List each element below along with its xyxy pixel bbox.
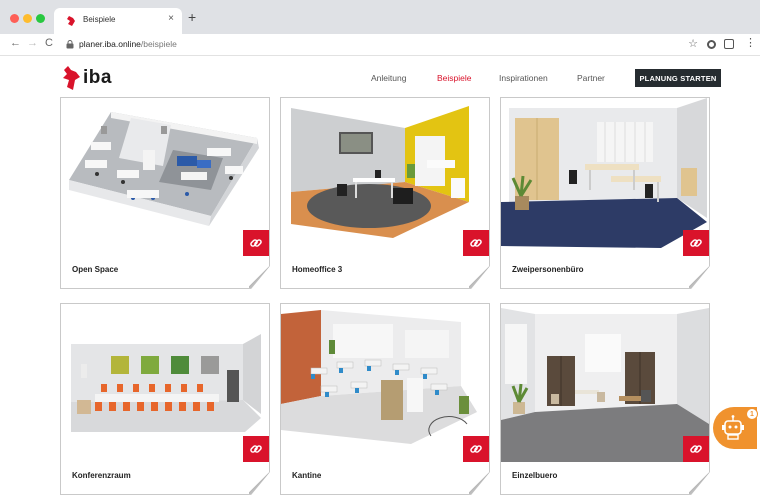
lock-icon (66, 40, 74, 49)
menu-kebab-icon[interactable]: ⋮ (745, 36, 756, 49)
link-icon (250, 239, 262, 247)
nav-link-partner[interactable]: Partner (577, 73, 605, 83)
star-icon[interactable]: ☆ (688, 37, 698, 50)
card-image-konferenzraum (61, 304, 269, 462)
example-card-zweipersonenbuero[interactable]: Zweipersonenbüro (500, 97, 710, 289)
extension-icon[interactable] (707, 40, 716, 49)
example-card-konferenzraum[interactable]: Konferenzraum (60, 303, 270, 495)
tab-title: Beispiele (83, 15, 116, 24)
link-icon (690, 239, 702, 247)
window-minimize-dot[interactable] (23, 14, 32, 23)
card-image-einzelbuero (501, 304, 709, 462)
reload-icon[interactable]: C (45, 37, 53, 49)
nav-link-inspirationen[interactable]: Inspirationen (499, 73, 548, 83)
logo-text: iba (83, 67, 112, 88)
browser-tab-bar: Beispiele × + (0, 0, 760, 34)
card-link-button[interactable] (683, 230, 709, 256)
tab-close-icon[interactable]: × (168, 13, 174, 24)
example-card-open-space[interactable]: Open Space (60, 97, 270, 289)
link-icon (690, 445, 702, 453)
link-icon (250, 445, 262, 453)
forward-arrow-icon[interactable]: → (27, 37, 38, 49)
back-arrow-icon[interactable]: ← (10, 37, 21, 49)
card-title: Open Space (72, 265, 119, 274)
card-link-button[interactable] (243, 436, 269, 462)
card-link-button[interactable] (463, 230, 489, 256)
nav-link-beispiele[interactable]: Beispiele (437, 73, 472, 83)
url-host: planer.iba.online (79, 39, 141, 49)
iba-logo-icon (63, 66, 80, 90)
reader-icon[interactable] (724, 39, 734, 49)
address-bar: ← → C planer.iba.online/beispiele ☆ ⋮ (0, 34, 760, 56)
window-maximize-dot[interactable] (36, 14, 45, 23)
window-close-dot[interactable] (10, 14, 19, 23)
card-title: Einzelbuero (512, 471, 558, 480)
example-card-kantine[interactable]: Kantine (280, 303, 490, 495)
browser-tab[interactable]: Beispiele × (54, 8, 182, 34)
example-card-einzelbuero[interactable]: Einzelbuero (500, 303, 710, 495)
card-title: Kantine (292, 471, 322, 480)
url-path: /beispiele (140, 39, 177, 49)
card-title: Homeoffice 3 (292, 265, 343, 274)
card-link-button[interactable] (243, 230, 269, 256)
start-planning-button[interactable]: PLANUNG STARTEN (635, 69, 721, 87)
card-title: Zweipersonenbüro (512, 265, 584, 274)
card-image-zweipersonenbuero (501, 98, 709, 256)
chat-notification-badge: 1 (746, 408, 758, 420)
new-tab-button[interactable]: + (188, 9, 196, 25)
iba-favicon-icon (67, 16, 75, 26)
url-field[interactable]: planer.iba.online/beispiele (79, 39, 177, 49)
card-link-button[interactable] (683, 436, 709, 462)
card-image-kantine (281, 304, 489, 462)
card-title: Konferenzraum (72, 471, 131, 480)
link-icon (470, 445, 482, 453)
nav-link-anleitung[interactable]: Anleitung (371, 73, 406, 83)
site-logo[interactable]: iba (61, 66, 121, 92)
card-image-open-space (61, 98, 269, 256)
card-link-button[interactable] (463, 436, 489, 462)
card-image-homeoffice-3 (281, 98, 489, 256)
example-card-homeoffice-3[interactable]: Homeoffice 3 (280, 97, 490, 289)
link-icon (470, 239, 482, 247)
